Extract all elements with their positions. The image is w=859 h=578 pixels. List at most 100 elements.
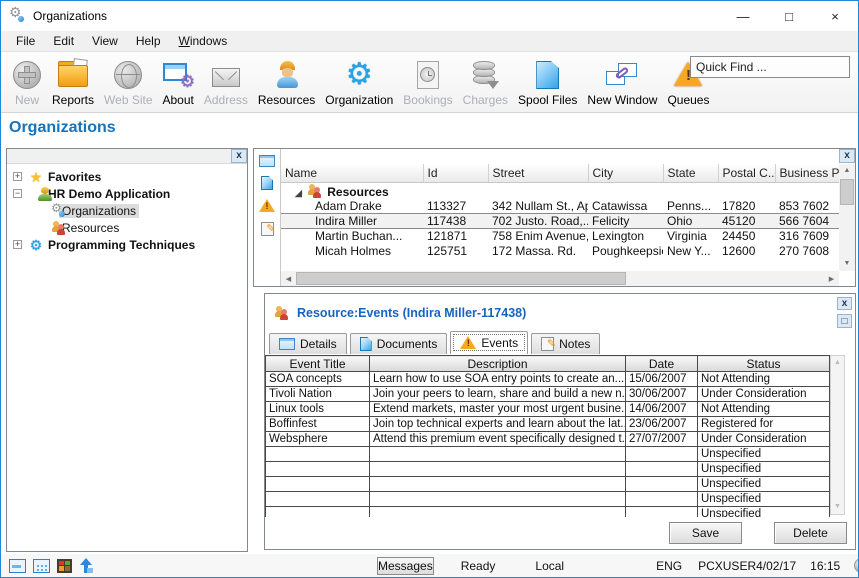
notes-icon[interactable]: ✎ <box>261 222 274 236</box>
tab-documents[interactable]: Documents <box>350 333 448 354</box>
charges-button: Charges <box>458 56 513 107</box>
maximize-button[interactable]: □ <box>766 1 812 31</box>
menu-windows[interactable]: Windows <box>170 32 237 50</box>
folder-icon <box>58 58 88 92</box>
scrollbar-thumb[interactable] <box>840 179 854 205</box>
window-title: Organizations <box>33 9 107 23</box>
horizontal-scrollbar[interactable]: ◀ ▶ <box>281 271 839 286</box>
col-street[interactable]: Street <box>488 164 588 182</box>
col-event-title[interactable]: Event Title <box>266 356 370 372</box>
scroll-right-icon[interactable]: ▶ <box>824 275 839 283</box>
vertical-scrollbar[interactable]: ▲ ▼ <box>839 164 855 271</box>
tab-details[interactable]: Details <box>269 333 347 354</box>
events-header-row: Event Title Description Date Status <box>266 356 830 372</box>
menu-edit[interactable]: Edit <box>44 32 83 50</box>
menu-help[interactable]: Help <box>127 32 170 50</box>
color-palette-icon[interactable] <box>57 559 72 573</box>
table-row[interactable]: Unspecified <box>266 477 830 492</box>
table-row[interactable]: Tivoli Nation Join your peers to learn, … <box>266 387 830 402</box>
events-icon[interactable]: ! <box>259 199 275 213</box>
notes-icon: ✎ <box>541 337 554 351</box>
tab-notes[interactable]: ✎ Notes <box>531 333 600 354</box>
tree-item-resources[interactable]: Resources <box>7 219 247 236</box>
gears-icon: ⚙ <box>41 203 59 219</box>
col-business-phone[interactable]: Business Phone <box>775 164 839 182</box>
sort-up-icon[interactable] <box>79 558 93 574</box>
table-row[interactable]: Unspecified <box>266 447 830 462</box>
details-icon[interactable] <box>259 155 275 167</box>
messages-button[interactable]: Messages <box>377 557 434 575</box>
scroll-left-icon[interactable]: ◀ <box>281 275 296 283</box>
new-window-button[interactable]: New Window <box>582 56 662 107</box>
table-row[interactable]: Unspecified <box>266 507 830 518</box>
col-state[interactable]: State <box>663 164 718 182</box>
document-clock-icon <box>417 58 439 92</box>
expand-icon[interactable]: + <box>13 240 22 249</box>
table-row[interactable]: Micah Holmes 125751 172 Massa. Rd. Pough… <box>281 244 839 259</box>
col-description[interactable]: Description <box>370 356 626 372</box>
tree-item-organizations[interactable]: ⚙ Organizations <box>7 202 247 219</box>
tree-item-favorites[interactable]: + ★ Favorites <box>7 168 247 185</box>
close-button[interactable]: × <box>812 1 858 31</box>
address-button: Address <box>199 56 253 107</box>
scroll-down-icon[interactable]: ▼ <box>831 500 844 514</box>
app-window: ⚙ Organizations — □ × File Edit View Hel… <box>0 0 859 578</box>
tree-item-programming-techniques[interactable]: + ⚙ Programming Techniques <box>7 236 247 253</box>
detail-tabs: Details Documents ! Events ✎ Notes <box>265 329 855 354</box>
resources-table: Name Id Street City State Postal C... Bu… <box>281 164 839 259</box>
table-row[interactable]: Boffinfest Join top technical experts an… <box>266 417 830 432</box>
quick-find-input[interactable] <box>690 56 850 78</box>
menu-file[interactable]: File <box>7 32 44 50</box>
new-button: New <box>7 56 47 107</box>
table-row[interactable]: Adam Drake 113327 342 Nullam St., Ap... … <box>281 199 839 214</box>
col-city[interactable]: City <box>588 164 663 182</box>
spool-files-button[interactable]: Spool Files <box>513 56 582 107</box>
col-id[interactable]: Id <box>423 164 488 182</box>
grid-window-icon[interactable] <box>33 559 50 573</box>
table-row[interactable]: Linux tools Extend markets, master your … <box>266 402 830 417</box>
col-name[interactable]: Name <box>281 164 423 182</box>
detail-panel-close-icon[interactable]: x <box>837 297 852 310</box>
col-postal[interactable]: Postal C... <box>718 164 775 182</box>
tab-events[interactable]: ! Events <box>450 331 528 354</box>
col-status[interactable]: Status <box>698 356 830 372</box>
people-icon <box>273 305 291 321</box>
expand-icon[interactable]: + <box>13 172 22 181</box>
resources-button[interactable]: Resources <box>253 56 320 107</box>
scrollbar-thumb[interactable] <box>296 272 626 285</box>
main-content: x + ★ Favorites − HR Demo Application ⚙ … <box>1 146 858 554</box>
blue-gear-icon: ⚙ <box>27 237 45 253</box>
restore-window-icon[interactable] <box>9 559 26 573</box>
documents-icon <box>360 337 372 351</box>
resources-panel-close-icon[interactable]: x <box>839 149 855 163</box>
table-row-selected[interactable]: Indira Miller 117438 702 Justo. Road,...… <box>281 214 839 229</box>
scroll-up-icon[interactable]: ▲ <box>831 356 844 370</box>
organization-button[interactable]: ⚙ Organization <box>320 56 398 107</box>
table-row[interactable]: Martin Buchan... 121871 758 Enim Avenue,… <box>281 229 839 244</box>
globe-icon <box>114 58 142 92</box>
col-date[interactable]: Date <box>626 356 698 372</box>
documents-icon[interactable] <box>261 176 273 190</box>
person-icon <box>27 186 45 202</box>
table-row[interactable]: Unspecified <box>266 492 830 507</box>
save-button[interactable]: Save <box>669 522 742 544</box>
scroll-up-icon[interactable]: ▲ <box>839 164 855 178</box>
table-row[interactable]: Websphere Attend this premium event spec… <box>266 432 830 447</box>
events-vertical-scrollbar[interactable]: ▲ ▼ <box>830 355 845 515</box>
resources-group-row[interactable]: ◢ Resources <box>281 182 839 199</box>
tree-item-hr-demo-application[interactable]: − HR Demo Application <box>7 185 247 202</box>
about-button[interactable]: ⚙ About <box>158 56 199 107</box>
resource-events-panel: Resource:Events (Indira Miller-117438) x… <box>264 293 856 550</box>
reports-button[interactable]: Reports <box>47 56 99 107</box>
collapse-icon[interactable]: − <box>13 189 22 198</box>
table-row[interactable]: SOA concepts Learn how to use SOA entry … <box>266 372 830 387</box>
minimize-button[interactable]: — <box>720 1 766 31</box>
menu-view[interactable]: View <box>83 32 127 50</box>
group-expanded-icon[interactable]: ◢ <box>295 188 302 198</box>
detail-panel-maximize-icon[interactable]: □ <box>837 314 852 328</box>
delete-button[interactable]: Delete <box>774 522 847 544</box>
tree-panel-header: x <box>7 149 247 164</box>
tree-panel-close-icon[interactable]: x <box>231 149 247 163</box>
scroll-down-icon[interactable]: ▼ <box>839 257 855 271</box>
table-row[interactable]: Unspecified <box>266 462 830 477</box>
